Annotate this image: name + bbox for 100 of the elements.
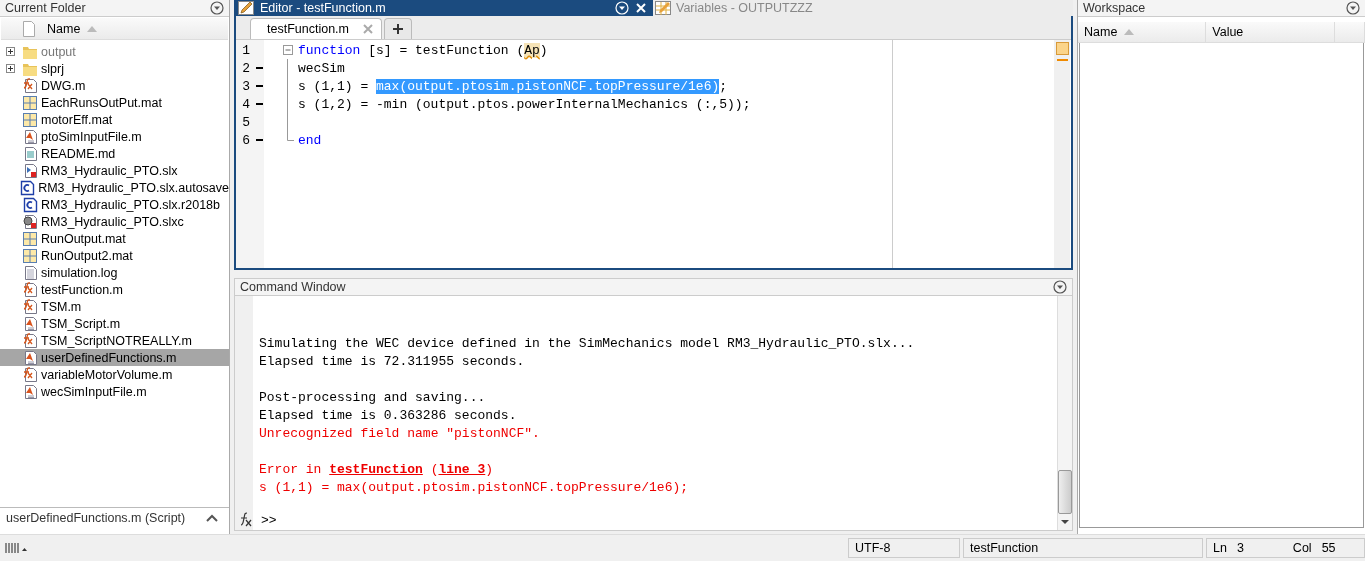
file-tab[interactable]: testFunction.m <box>250 18 382 39</box>
script-icon <box>22 349 38 366</box>
file-name: TSM_Script.m <box>41 316 121 331</box>
scroll-down-icon[interactable] <box>1060 518 1070 526</box>
output-line: Elapsed time is 0.363286 seconds. <box>259 406 518 424</box>
file-name: output <box>41 44 76 59</box>
function-file-icon <box>22 366 38 383</box>
panel-title: Command Window <box>240 280 346 294</box>
output-line: Simulating the WEC device defined in the SimMechanics model RM3_Hydraulic_PTO.slx... <box>259 334 916 352</box>
line-number: 2 <box>241 60 251 76</box>
document-icon <box>22 145 38 162</box>
error-message: s (1,1) = max(output.ptosim.pistonNCF.topPressure/1e6); <box>259 478 690 496</box>
new-tab-button[interactable] <box>384 18 412 39</box>
column-header[interactable]: Name <box>1078 22 1207 42</box>
details-text: userDefinedFunctions.m (Script) <box>6 511 186 526</box>
file-row[interactable]: TSM_Script.m <box>0 315 229 332</box>
function-indicator: testFunction <box>963 538 1203 558</box>
column-header[interactable]: Name <box>1 18 228 40</box>
code-line: s (1,2) = -min (output.ptos.powerInternalMechanics (:,5)); <box>298 96 751 112</box>
plus-icon <box>392 23 404 35</box>
code-line: wecSim <box>298 60 345 76</box>
file-row[interactable]: DWG.m <box>0 77 229 94</box>
expand-icon[interactable] <box>5 47 15 56</box>
function-file-icon <box>22 281 38 298</box>
line-label: Ln <box>1213 541 1227 555</box>
file-row[interactable]: RM3_Hydraulic_PTO.slx.autosave <box>0 179 229 196</box>
file-row[interactable]: wecSimInputFile.m <box>0 383 229 400</box>
file-row[interactable]: testFunction.m <box>0 281 229 298</box>
file-row[interactable]: README.md <box>0 145 229 162</box>
file-name: RM3_Hydraulic_PTO.slx.autosave <box>38 180 229 195</box>
command-prompt[interactable]: >> <box>261 512 277 528</box>
file-row[interactable]: slprj <box>0 60 229 77</box>
function-file-icon <box>22 77 38 94</box>
error-link[interactable]: line 3 <box>438 461 486 477</box>
warning-marker[interactable] <box>1056 59 1068 61</box>
column-label: Col <box>1292 541 1312 555</box>
output-line: Post-processing and saving... <box>259 388 487 406</box>
caret-icon[interactable] <box>205 513 219 524</box>
expand-icon[interactable] <box>5 64 15 73</box>
file-row[interactable]: RM3_Hydraulic_PTO.slx <box>0 162 229 179</box>
file-row[interactable]: variableMotorVolume.m <box>0 366 229 383</box>
file-name: RunOutput.mat <box>41 231 126 246</box>
file-row[interactable]: RunOutput.mat <box>0 230 229 247</box>
sort-icon[interactable] <box>86 24 99 33</box>
dropdown-icon[interactable] <box>1346 1 1360 15</box>
file-name: RunOutput2.mat <box>41 248 133 263</box>
file-name: motorEff.mat <box>41 112 113 127</box>
editor-title: Editor - testFunction.m <box>260 1 386 15</box>
grid-icon <box>22 94 38 111</box>
grip-icon[interactable] <box>4 541 30 555</box>
panel-title: Workspace <box>1083 1 1146 15</box>
code-line: end <box>298 132 322 148</box>
model-icon <box>22 162 38 179</box>
scroll-thumb[interactable] <box>1058 470 1072 514</box>
file-row[interactable]: TSM_ScriptNOTREALLY.m <box>0 332 229 349</box>
backup-file-icon <box>19 179 36 196</box>
file-name: DWG.m <box>41 78 86 93</box>
fold-icon[interactable] <box>283 45 293 55</box>
file-name: RM3_Hydraulic_PTO.slx.r2018b <box>41 197 220 212</box>
file-row[interactable]: userDefinedFunctions.m <box>0 349 229 366</box>
line-number: 5 <box>241 114 251 130</box>
warning-indicator[interactable] <box>1055 42 1069 55</box>
file-name: simulation.log <box>41 265 118 280</box>
error-link[interactable]: testFunction <box>329 461 423 477</box>
file-row[interactable]: EachRunsOutPut.mat <box>0 94 229 111</box>
sort-icon[interactable] <box>1123 28 1136 36</box>
cache-file-icon <box>22 213 38 230</box>
line-number: 1 <box>241 42 251 58</box>
file-name: ptoSimInputFile.m <box>41 129 142 144</box>
log-file-icon <box>22 264 38 281</box>
dropdown-icon[interactable] <box>210 1 224 15</box>
file-name: TSM.m <box>41 299 82 314</box>
file-row[interactable]: RM3_Hydraulic_PTO.slx.r2018b <box>0 196 229 213</box>
file-row[interactable]: motorEff.mat <box>0 111 229 128</box>
dropdown-icon[interactable] <box>1053 280 1067 294</box>
column-header[interactable]: Value <box>1206 22 1335 42</box>
file-name: slprj <box>41 61 64 76</box>
file-name: RM3_Hydraulic_PTO.slx <box>41 163 178 178</box>
file-row[interactable]: TSM.m <box>0 298 229 315</box>
code-line: function [s] = testFunction (Ap) <box>298 42 548 58</box>
script-icon <box>22 383 38 400</box>
scrollbar[interactable] <box>1057 296 1072 530</box>
grid-icon <box>22 230 38 247</box>
file-row[interactable]: simulation.log <box>0 264 229 281</box>
script-icon <box>22 315 38 332</box>
file-name: variableMotorVolume.m <box>41 367 173 382</box>
file-row[interactable]: ptoSimInputFile.m <box>0 128 229 145</box>
function-file-icon <box>22 298 38 315</box>
file-row[interactable]: output <box>0 43 229 60</box>
file-name: TSM_ScriptNOTREALLY.m <box>41 333 192 348</box>
script-icon <box>22 128 38 145</box>
file-name: EachRunsOutPut.mat <box>41 95 162 110</box>
file-icon <box>23 20 35 37</box>
file-name: testFunction.m <box>41 282 123 297</box>
file-row[interactable]: RM3_Hydraulic_PTO.slxc <box>0 213 229 230</box>
output-line: Elapsed time is 72.311955 seconds. <box>259 352 526 370</box>
line-number: 6 <box>241 132 251 148</box>
error-message: Error in testFunction (line 3) <box>259 460 495 478</box>
function-file-icon <box>22 332 38 349</box>
file-row[interactable]: RunOutput2.mat <box>0 247 229 264</box>
